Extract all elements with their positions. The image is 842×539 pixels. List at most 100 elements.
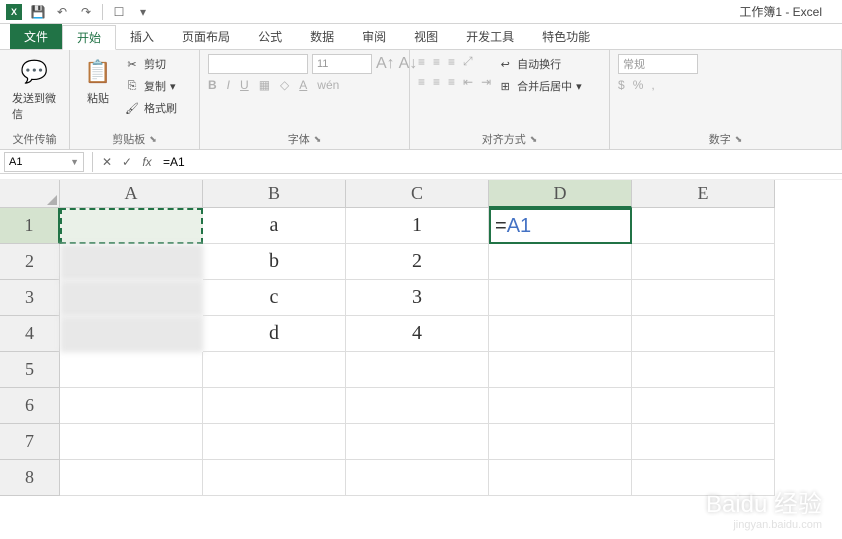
- col-header-a[interactable]: A: [60, 180, 203, 208]
- row-header-8[interactable]: 8: [0, 460, 60, 496]
- wrap-text-button[interactable]: ↩自动换行: [495, 54, 584, 74]
- row-header-7[interactable]: 7: [0, 424, 60, 460]
- cell-c6[interactable]: [346, 388, 489, 424]
- align-bottom-icon[interactable]: ≡: [448, 55, 455, 69]
- phonetic-button[interactable]: wén: [317, 78, 339, 92]
- col-header-d[interactable]: D: [489, 180, 632, 208]
- cell-c4[interactable]: 4: [346, 316, 489, 352]
- cell-b2[interactable]: b: [203, 244, 346, 280]
- cell-a5[interactable]: [60, 352, 203, 388]
- cancel-formula-button[interactable]: ✕: [97, 152, 117, 172]
- row-header-4[interactable]: 4: [0, 316, 60, 352]
- tab-formulas[interactable]: 公式: [244, 24, 296, 49]
- cell-d4[interactable]: [489, 316, 632, 352]
- cell-d7[interactable]: [489, 424, 632, 460]
- cell-b6[interactable]: [203, 388, 346, 424]
- cell-b8[interactable]: [203, 460, 346, 496]
- name-box[interactable]: A1▼: [4, 152, 84, 172]
- col-header-b[interactable]: B: [203, 180, 346, 208]
- cell-e4[interactable]: [632, 316, 775, 352]
- format-painter-button[interactable]: 🖌格式刷: [122, 98, 179, 118]
- row-header-3[interactable]: 3: [0, 280, 60, 316]
- formula-input[interactable]: =A1: [157, 152, 842, 172]
- align-right-icon[interactable]: ≡: [448, 75, 455, 89]
- indent-dec-icon[interactable]: ⇤: [463, 75, 473, 89]
- currency-icon[interactable]: $: [618, 78, 625, 92]
- cell-d2[interactable]: [489, 244, 632, 280]
- cell-a6[interactable]: [60, 388, 203, 424]
- cell-e7[interactable]: [632, 424, 775, 460]
- font-size-select[interactable]: 11: [312, 54, 372, 74]
- col-header-c[interactable]: C: [346, 180, 489, 208]
- tab-insert[interactable]: 插入: [116, 24, 168, 49]
- copy-button[interactable]: ⎘复制▾: [122, 76, 179, 96]
- align-top-icon[interactable]: ≡: [418, 55, 425, 69]
- col-header-e[interactable]: E: [632, 180, 775, 208]
- font-name-select[interactable]: [208, 54, 308, 74]
- cell-c3[interactable]: 3: [346, 280, 489, 316]
- row-header-1[interactable]: 1: [0, 208, 60, 244]
- cell-e3[interactable]: [632, 280, 775, 316]
- tab-developer[interactable]: 开发工具: [452, 24, 528, 49]
- cell-e2[interactable]: [632, 244, 775, 280]
- cell-b1[interactable]: a: [203, 208, 346, 244]
- cell-e5[interactable]: [632, 352, 775, 388]
- font-color-button[interactable]: A: [299, 78, 307, 92]
- align-launcher-icon[interactable]: ⬊: [530, 134, 538, 145]
- tab-file[interactable]: 文件: [10, 24, 62, 49]
- tab-page-layout[interactable]: 页面布局: [168, 24, 244, 49]
- cell-e6[interactable]: [632, 388, 775, 424]
- cell-a1[interactable]: [60, 208, 203, 244]
- cell-a8[interactable]: [60, 460, 203, 496]
- row-header-2[interactable]: 2: [0, 244, 60, 280]
- cell-e8[interactable]: [632, 460, 775, 496]
- tab-view[interactable]: 视图: [400, 24, 452, 49]
- orientation-icon[interactable]: ⤢: [463, 54, 473, 69]
- cell-c5[interactable]: [346, 352, 489, 388]
- italic-button[interactable]: I: [227, 78, 230, 92]
- cut-button[interactable]: ✂剪切: [122, 54, 179, 74]
- cell-b5[interactable]: [203, 352, 346, 388]
- underline-button[interactable]: U: [240, 78, 249, 92]
- cell-a2[interactable]: [60, 244, 203, 280]
- row-header-5[interactable]: 5: [0, 352, 60, 388]
- cell-e1[interactable]: [632, 208, 775, 244]
- bold-button[interactable]: B: [208, 78, 217, 92]
- cell-c8[interactable]: [346, 460, 489, 496]
- tab-special[interactable]: 特色功能: [528, 24, 604, 49]
- cell-a4[interactable]: [60, 316, 203, 352]
- font-launcher-icon[interactable]: ⬊: [314, 134, 322, 145]
- comma-icon[interactable]: ,: [651, 78, 654, 92]
- number-format-select[interactable]: 常规: [618, 54, 698, 74]
- wechat-button[interactable]: 💬 发送到微信: [8, 54, 61, 124]
- cell-b3[interactable]: c: [203, 280, 346, 316]
- merge-center-button[interactable]: ⊞合并后居中▾: [495, 76, 584, 96]
- cell-c7[interactable]: [346, 424, 489, 460]
- cell-d1[interactable]: =A1: [489, 208, 632, 244]
- number-launcher-icon[interactable]: ⬊: [735, 134, 743, 145]
- indent-inc-icon[interactable]: ⇥: [481, 75, 491, 89]
- cell-a3[interactable]: [60, 280, 203, 316]
- cell-d3[interactable]: [489, 280, 632, 316]
- tab-data[interactable]: 数据: [296, 24, 348, 49]
- fill-color-button[interactable]: ◇: [280, 78, 289, 92]
- align-left-icon[interactable]: ≡: [418, 75, 425, 89]
- insert-function-button[interactable]: fx: [137, 152, 157, 172]
- confirm-formula-button[interactable]: ✓: [117, 152, 137, 172]
- clipboard-launcher-icon[interactable]: ⬊: [149, 134, 157, 145]
- cell-d8[interactable]: [489, 460, 632, 496]
- tab-home[interactable]: 开始: [62, 25, 116, 50]
- tab-review[interactable]: 审阅: [348, 24, 400, 49]
- cell-a7[interactable]: [60, 424, 203, 460]
- increase-font-icon[interactable]: A↑: [376, 55, 395, 73]
- select-all-corner[interactable]: [0, 180, 60, 208]
- align-middle-icon[interactable]: ≡: [433, 55, 440, 69]
- cell-c2[interactable]: 2: [346, 244, 489, 280]
- paste-button[interactable]: 📋 粘贴: [78, 54, 118, 108]
- align-center-icon[interactable]: ≡: [433, 75, 440, 89]
- cell-d6[interactable]: [489, 388, 632, 424]
- percent-icon[interactable]: %: [633, 78, 644, 92]
- cell-d5[interactable]: [489, 352, 632, 388]
- border-button[interactable]: ▦: [259, 78, 270, 92]
- cell-c1[interactable]: 1: [346, 208, 489, 244]
